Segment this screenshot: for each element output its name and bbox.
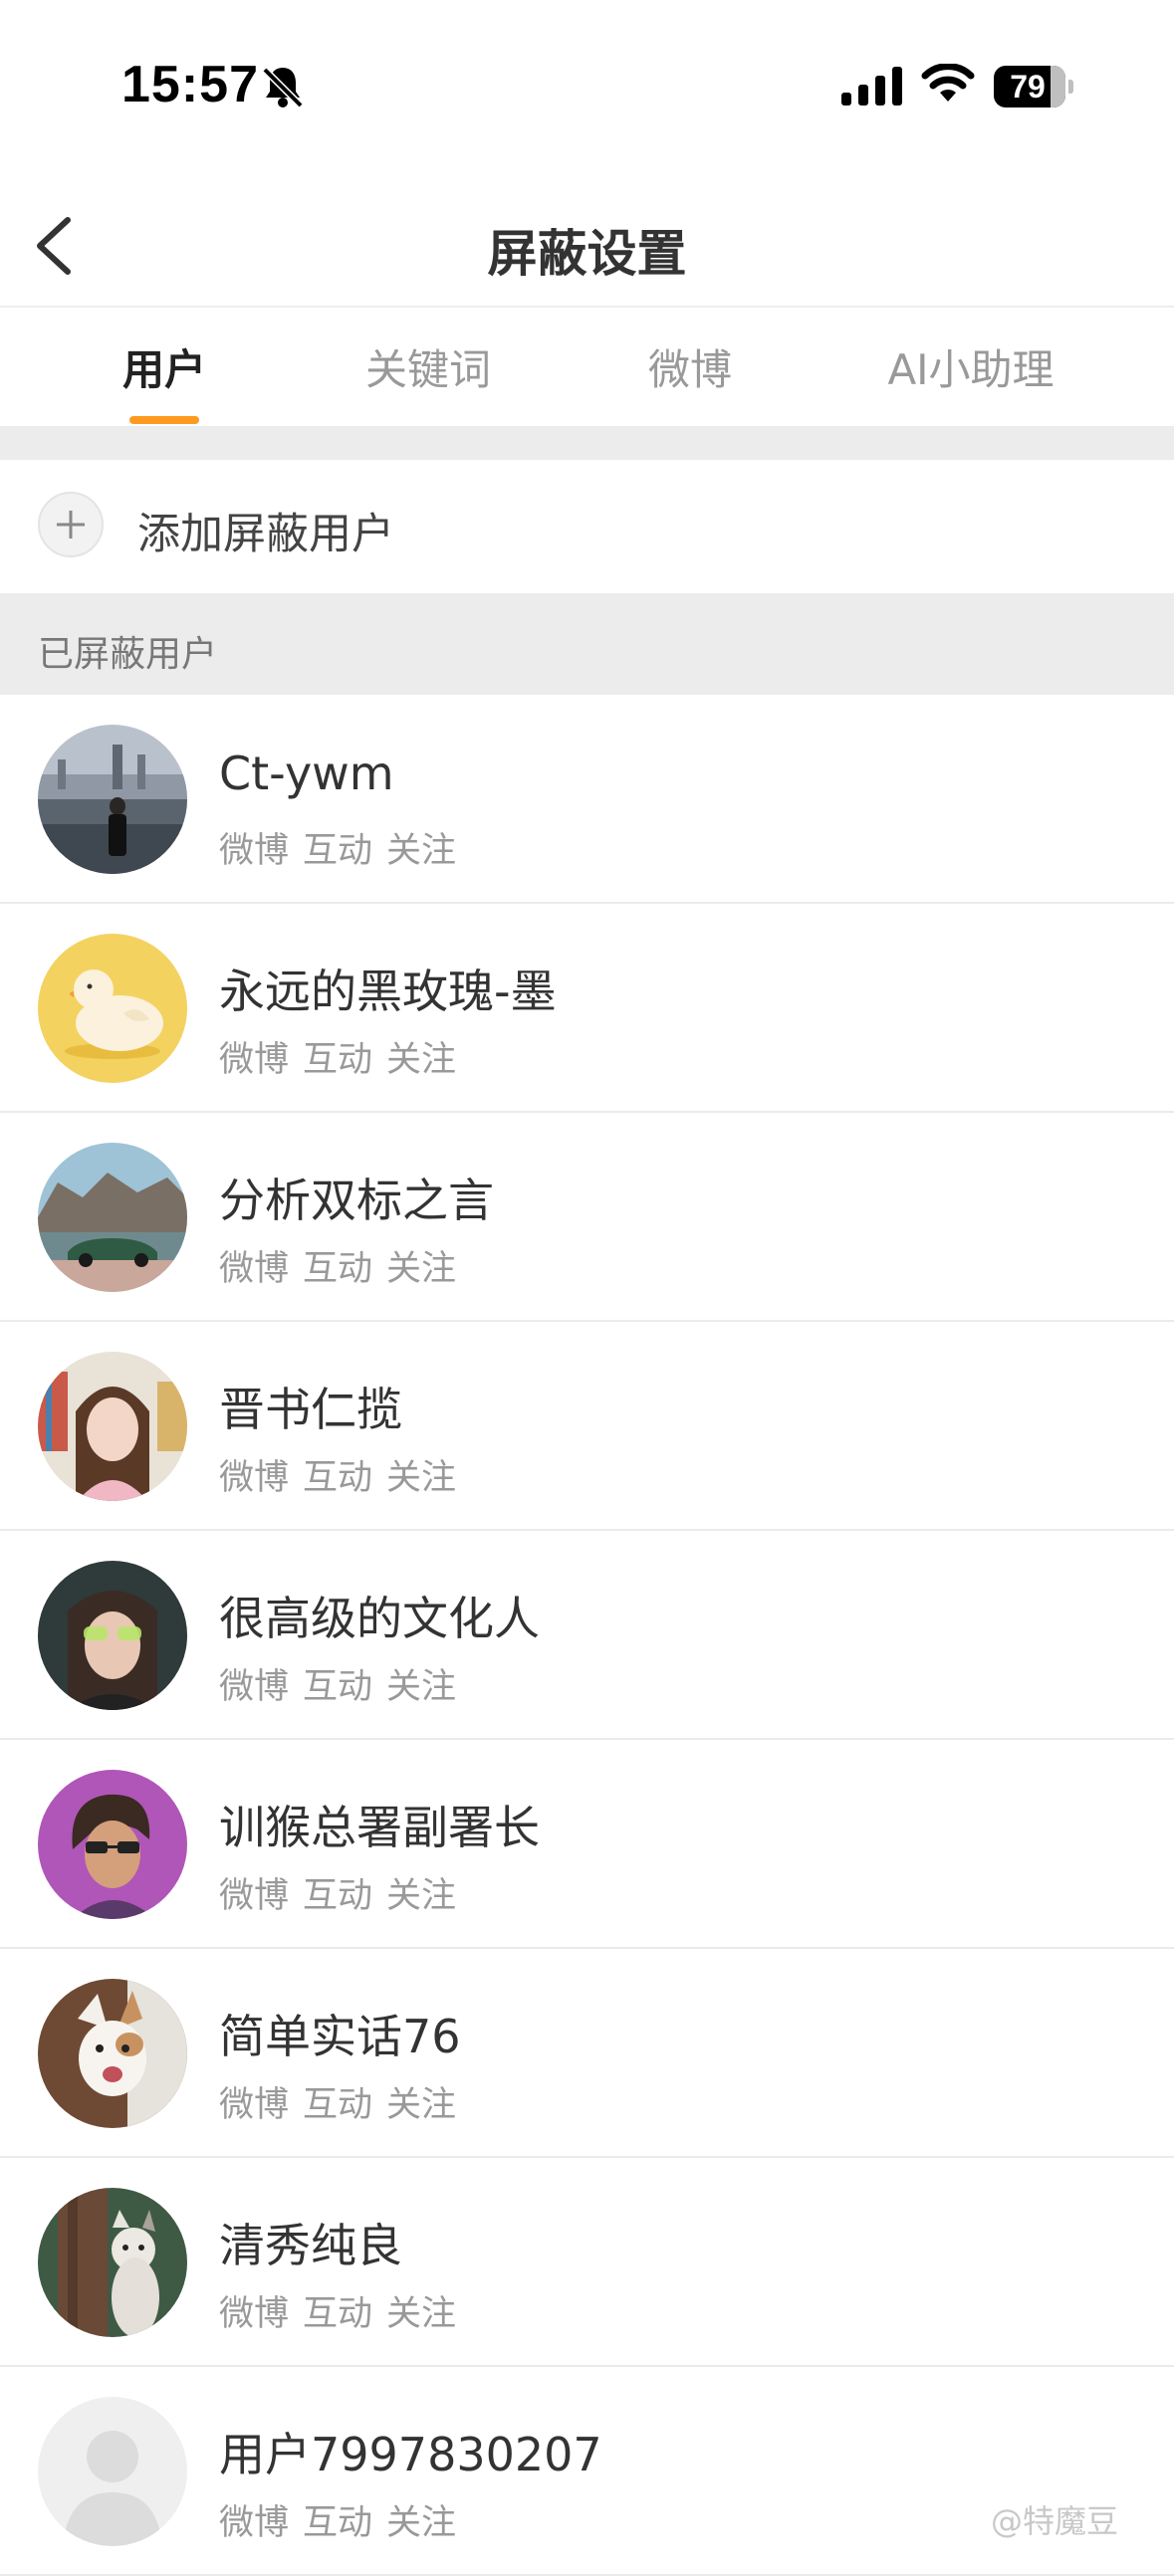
- user-actions: 微博 互动 关注: [219, 2076, 470, 2127]
- avatar[interactable]: [38, 2188, 187, 2337]
- section-gap: [0, 426, 1174, 460]
- battery-tip: [1068, 80, 1073, 94]
- action-weibo[interactable]: 微博: [219, 1667, 289, 1707]
- user-actions: 微博 互动 关注: [219, 1867, 470, 1918]
- tab-keywords[interactable]: 关键词: [365, 336, 491, 397]
- action-follow[interactable]: 关注: [386, 2294, 456, 2334]
- user-actions: 微博 互动 关注: [219, 1449, 470, 1500]
- avatar[interactable]: [38, 1143, 187, 1292]
- action-interact[interactable]: 互动: [303, 1249, 372, 1289]
- active-tab-indicator: [129, 416, 199, 424]
- watermark: @特魔豆: [991, 2502, 1119, 2540]
- action-interact[interactable]: 互动: [303, 1667, 372, 1707]
- user-actions: 微博 互动 关注: [219, 822, 470, 873]
- user-actions: 微博 互动 关注: [219, 1240, 470, 1291]
- action-weibo[interactable]: 微博: [219, 1876, 289, 1916]
- action-follow[interactable]: 关注: [386, 1249, 456, 1289]
- action-follow[interactable]: 关注: [386, 1876, 456, 1916]
- action-weibo[interactable]: 微博: [219, 2294, 289, 2334]
- tab-users[interactable]: 用户: [122, 336, 206, 397]
- status-bar: 15:57 79: [0, 0, 1174, 149]
- list-item[interactable]: 分析双标之言 微博 互动 关注: [0, 1113, 1174, 1322]
- action-weibo[interactable]: 微博: [219, 2503, 289, 2543]
- action-interact[interactable]: 互动: [303, 2085, 372, 2125]
- action-interact[interactable]: 互动: [303, 831, 372, 871]
- action-interact[interactable]: 互动: [303, 1458, 372, 1498]
- divider: [0, 306, 1174, 308]
- list-item[interactable]: 训猴总署副署长 微博 互动 关注: [0, 1740, 1174, 1949]
- action-weibo[interactable]: 微博: [219, 1040, 289, 1080]
- nav-bar: 屏蔽设置: [0, 184, 1174, 306]
- user-name: 很高级的文化人: [219, 1592, 540, 1645]
- battery-icon: 79: [994, 66, 1065, 107]
- list-item[interactable]: 用户7997830207 微博 互动 关注: [0, 2367, 1174, 2576]
- action-weibo[interactable]: 微博: [219, 2085, 289, 2125]
- user-name: 训猴总署副署长: [219, 1801, 540, 1854]
- action-follow[interactable]: 关注: [386, 2085, 456, 2125]
- action-interact[interactable]: 互动: [303, 1040, 372, 1080]
- wifi-icon: [921, 64, 975, 102]
- action-follow[interactable]: 关注: [386, 2503, 456, 2543]
- action-weibo[interactable]: 微博: [219, 1249, 289, 1289]
- list-item[interactable]: 清秀纯良 微博 互动 关注: [0, 2158, 1174, 2367]
- tab-weibo[interactable]: 微博: [648, 336, 732, 397]
- user-actions: 微博 互动 关注: [219, 2285, 470, 2336]
- page-title: 屏蔽设置: [487, 225, 687, 283]
- action-interact[interactable]: 互动: [303, 2503, 372, 2543]
- list-item[interactable]: 永远的黑玫瑰-墨 微博 互动 关注: [0, 904, 1174, 1113]
- avatar[interactable]: [38, 2397, 187, 2546]
- user-name: 用户7997830207: [219, 2428, 602, 2481]
- avatar[interactable]: [38, 1979, 187, 2128]
- action-weibo[interactable]: 微博: [219, 831, 289, 871]
- user-name: 分析双标之言: [219, 1174, 494, 1227]
- action-weibo[interactable]: 微博: [219, 1458, 289, 1498]
- user-name: 永远的黑玫瑰-墨: [219, 965, 557, 1018]
- tab-ai-assistant[interactable]: AI小助理: [887, 336, 1054, 397]
- avatar[interactable]: [38, 1561, 187, 1710]
- avatar[interactable]: [38, 1770, 187, 1919]
- avatar[interactable]: [38, 934, 187, 1083]
- user-name: 清秀纯良: [219, 2219, 402, 2272]
- section-header: 已屏蔽用户: [0, 593, 1174, 695]
- avatar[interactable]: [38, 1352, 187, 1501]
- add-blocked-user-button[interactable]: 添加屏蔽用户: [0, 460, 1174, 591]
- battery-level-text: 79: [1010, 69, 1046, 105]
- status-time: 15:57: [121, 56, 259, 113]
- action-follow[interactable]: 关注: [386, 1040, 456, 1080]
- user-actions: 微博 互动 关注: [219, 2494, 470, 2545]
- action-follow[interactable]: 关注: [386, 1667, 456, 1707]
- cellular-signal-icon: [841, 67, 902, 106]
- action-interact[interactable]: 互动: [303, 2294, 372, 2334]
- action-interact[interactable]: 互动: [303, 1876, 372, 1916]
- avatar[interactable]: [38, 725, 187, 874]
- list-item[interactable]: 很高级的文化人 微博 互动 关注: [0, 1531, 1174, 1740]
- list-item[interactable]: Ct-ywm 微博 互动 关注: [0, 695, 1174, 904]
- blocked-user-list: Ct-ywm 微博 互动 关注 永远的黑玫瑰-墨 微博 互动 关注 分析双标之言…: [0, 695, 1174, 2576]
- list-item[interactable]: 简单实话76 微博 互动 关注: [0, 1949, 1174, 2158]
- add-blocked-user-label: 添加屏蔽用户: [137, 510, 394, 559]
- tab-bar: 用户 关键词 微博 AI小助理: [0, 309, 1174, 426]
- action-follow[interactable]: 关注: [386, 1458, 456, 1498]
- user-name: Ct-ywm: [219, 747, 394, 800]
- plus-icon: [38, 492, 104, 557]
- action-follow[interactable]: 关注: [386, 831, 456, 871]
- bell-muted-icon: [262, 67, 304, 108]
- user-name: 简单实话76: [219, 2010, 461, 2063]
- user-actions: 微博 互动 关注: [219, 1658, 470, 1709]
- section-title: 已屏蔽用户: [38, 634, 218, 675]
- user-name: 晋书仁揽: [219, 1383, 402, 1436]
- user-actions: 微博 互动 关注: [219, 1031, 470, 1082]
- list-item[interactable]: 晋书仁揽 微博 互动 关注: [0, 1322, 1174, 1531]
